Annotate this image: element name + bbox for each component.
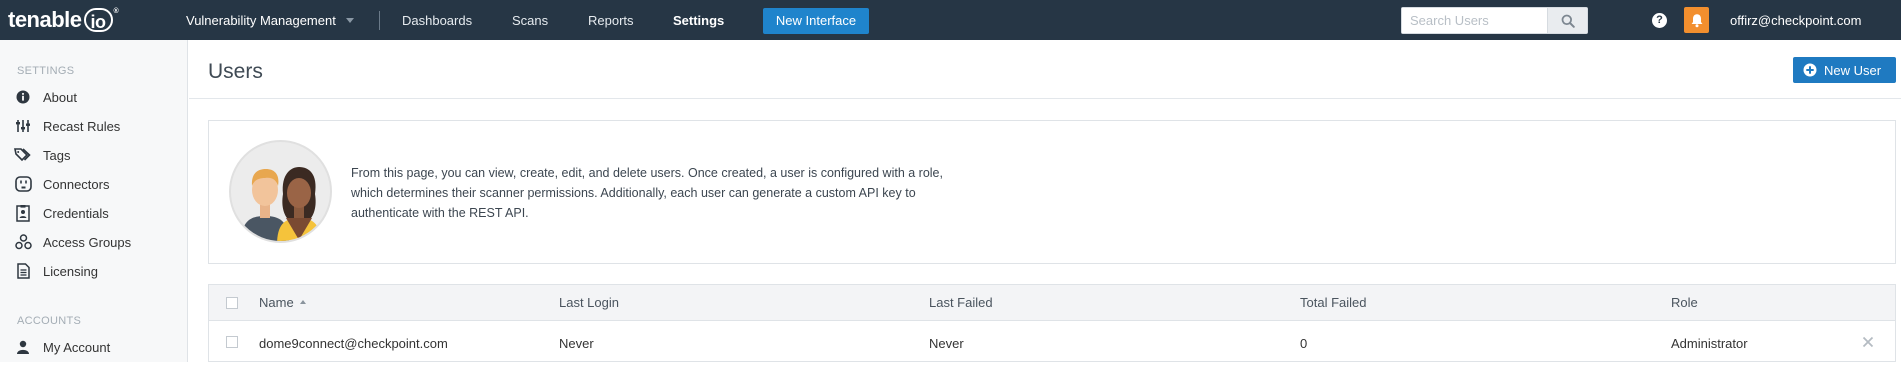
search-button[interactable]: [1547, 8, 1587, 33]
new-user-label: New User: [1824, 62, 1882, 78]
table-row[interactable]: dome9connect@checkpoint.com Never Never …: [209, 322, 1895, 362]
sidebar-item-credentials[interactable]: Credentials: [0, 201, 187, 225]
cell-total-failed: 0: [1300, 336, 1308, 351]
id-card-icon: [14, 204, 32, 222]
sidebar-item-label: About: [43, 89, 77, 105]
sidebar-item-my-account[interactable]: My Account: [0, 335, 187, 359]
info-icon: [14, 88, 32, 106]
cell-role: Administrator: [1671, 336, 1748, 351]
search-icon: [1561, 14, 1575, 28]
title-divider: [189, 98, 1901, 99]
column-header-last-login[interactable]: Last Login: [559, 285, 619, 321]
sidebar-item-label: Tags: [43, 147, 71, 163]
plus-circle-icon: [1803, 63, 1817, 77]
sidebar-item-licensing[interactable]: Licensing: [0, 259, 187, 283]
sidebar-item-label: Connectors: [43, 176, 110, 192]
document-icon: [14, 262, 32, 280]
sidebar-item-connectors[interactable]: Connectors: [0, 172, 187, 196]
column-header-last-failed[interactable]: Last Failed: [929, 285, 993, 321]
caret-down-icon: [345, 18, 354, 24]
search-users-input[interactable]: [1402, 8, 1547, 33]
search-users-box: [1401, 7, 1588, 34]
column-header-name[interactable]: Name: [259, 285, 306, 321]
nav-item-reports[interactable]: Reports: [588, 0, 634, 40]
new-user-button[interactable]: New User: [1793, 57, 1896, 83]
cell-last-login: Never: [559, 336, 594, 351]
info-description: From this page, you can view, create, ed…: [351, 166, 943, 220]
nav-item-settings[interactable]: Settings: [673, 0, 724, 40]
page-title: Users: [208, 60, 263, 83]
settings-sidebar: SETTINGS About Recast Rules Tags Connect…: [0, 40, 188, 362]
row-checkbox[interactable]: [226, 336, 238, 348]
bell-icon: [1691, 13, 1702, 27]
sidebar-item-label: Licensing: [43, 263, 98, 279]
logo-suffix: io: [83, 8, 113, 32]
tags-icon: [14, 146, 32, 164]
product-menu-label: Vulnerability Management: [186, 13, 336, 28]
select-all-checkbox[interactable]: [226, 297, 238, 309]
top-navigation-bar: tenable io ® Vulnerability Management Da…: [0, 0, 1901, 40]
delete-row-icon[interactable]: [1861, 335, 1875, 349]
column-header-role[interactable]: Role: [1671, 285, 1698, 321]
sidebar-item-access-groups[interactable]: Access Groups: [0, 230, 187, 254]
column-header-total-failed[interactable]: Total Failed: [1300, 285, 1366, 321]
cell-last-failed: Never: [929, 336, 964, 351]
user-account-menu[interactable]: offirz@checkpoint.com: [1730, 0, 1861, 40]
product-menu[interactable]: Vulnerability Management: [186, 0, 354, 40]
sidebar-item-recast-rules[interactable]: Recast Rules: [0, 114, 187, 138]
help-icon[interactable]: ?: [1652, 13, 1667, 28]
table-header: Name Last Login Last Failed Total Failed…: [209, 285, 1895, 321]
sidebar-heading-accounts: ACCOUNTS: [17, 315, 82, 327]
info-panel: From this page, you can view, create, ed…: [208, 120, 1896, 264]
new-interface-button[interactable]: New Interface: [763, 8, 869, 34]
logo-trademark: ®: [113, 8, 119, 15]
sidebar-item-label: My Account: [43, 339, 111, 355]
user-icon: [14, 338, 32, 356]
groups-icon: [14, 233, 32, 251]
users-table: Name Last Login Last Failed Total Failed…: [208, 284, 1896, 362]
sidebar-item-label: Access Groups: [43, 234, 132, 250]
cell-name: dome9connect@checkpoint.com: [259, 336, 448, 351]
tenable-io-logo[interactable]: tenable io ®: [8, 6, 119, 34]
plug-icon: [14, 175, 32, 193]
column-header-label: Name: [259, 295, 294, 310]
sort-ascending-icon: [299, 299, 306, 304]
nav-divider: [379, 11, 380, 30]
sidebar-item-about[interactable]: About: [0, 85, 187, 109]
nav-item-dashboards[interactable]: Dashboards: [402, 0, 472, 40]
logo-text: tenable: [8, 7, 82, 32]
sidebar-item-label: Recast Rules: [43, 118, 121, 134]
notifications-button[interactable]: [1684, 7, 1709, 33]
users-illustration-icon: [229, 140, 332, 243]
nav-item-scans[interactable]: Scans: [512, 0, 548, 40]
sidebar-item-label: Credentials: [43, 205, 109, 221]
sliders-icon: [14, 117, 32, 135]
sidebar-heading-settings: SETTINGS: [17, 65, 75, 77]
sidebar-item-tags[interactable]: Tags: [0, 143, 187, 167]
